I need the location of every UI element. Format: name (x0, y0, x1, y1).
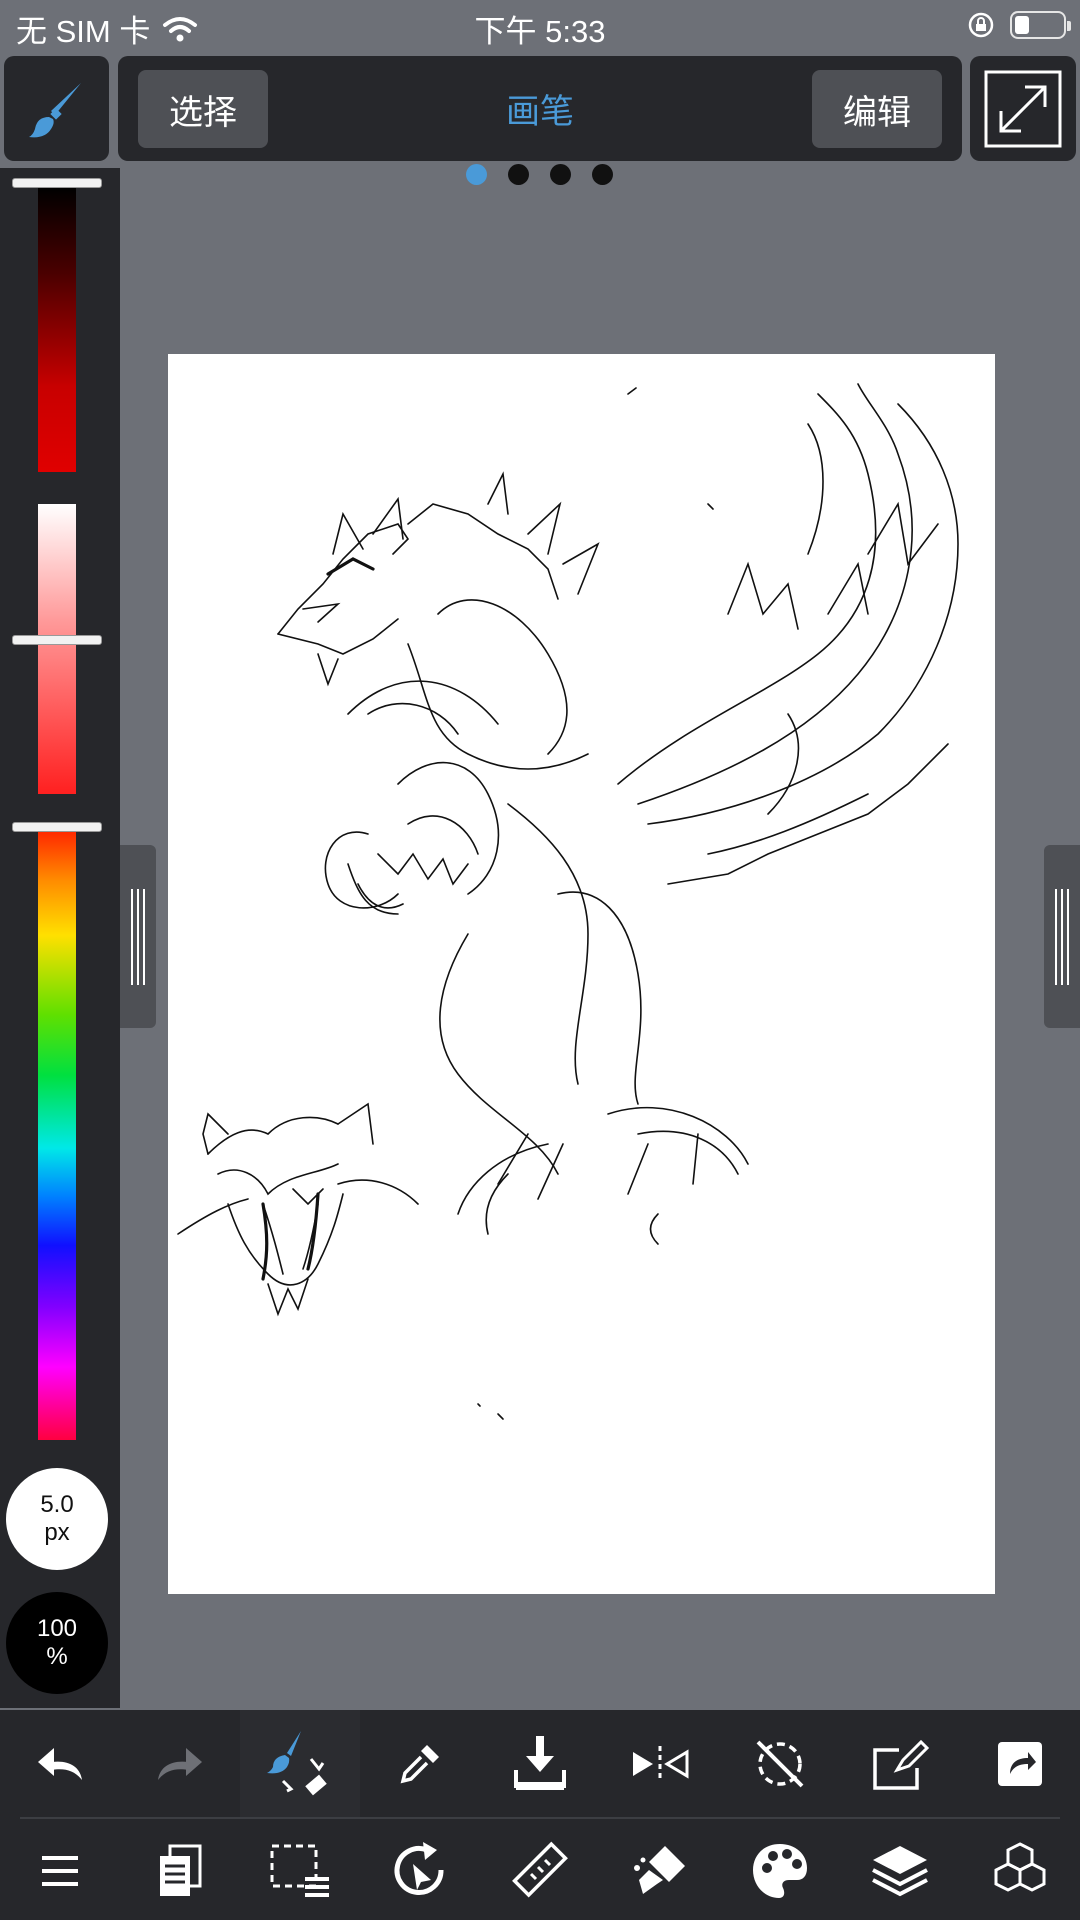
top-toolbar: 画笔 选择 编辑 (0, 52, 1080, 168)
page-dot[interactable] (550, 164, 571, 185)
toolbar-divider (20, 1817, 1060, 1819)
page-indicator[interactable] (466, 164, 613, 185)
layers-button[interactable] (840, 1822, 960, 1920)
rotate-reset-icon (756, 1740, 804, 1788)
redo-icon (158, 1748, 202, 1780)
share-button[interactable] (960, 1710, 1080, 1818)
undo-icon (38, 1748, 82, 1780)
clock: 下午 5:33 (474, 14, 606, 49)
page-dot[interactable] (466, 164, 487, 185)
transform-icon (873, 1739, 930, 1790)
fill-tool-button[interactable] (600, 1822, 720, 1920)
expand-icon (984, 70, 1062, 147)
transform-button[interactable] (840, 1710, 960, 1818)
fullscreen-button[interactable] (970, 56, 1076, 161)
page-dot[interactable] (592, 164, 613, 185)
brightness-slider[interactable] (38, 188, 76, 472)
brush-eraser-swap-button[interactable] (240, 1710, 360, 1818)
bottom-toolbar-row1 (0, 1710, 1080, 1818)
battery-icon (1010, 11, 1071, 39)
page-dot[interactable] (508, 164, 529, 185)
opacity-button[interactable]: 100 % (6, 1592, 108, 1694)
palette-icon (753, 1844, 807, 1898)
bottom-toolbar-row2 (0, 1822, 1080, 1920)
saturation-slider[interactable] (38, 504, 76, 794)
sketch-artwork (177, 383, 959, 1420)
brush-size-value: 5.0 (40, 1491, 74, 1518)
ruler-icon (512, 1841, 568, 1898)
brush-size-button[interactable]: 5.0 px (6, 1468, 108, 1570)
left-drawer-handle[interactable] (120, 845, 156, 1028)
edit-button[interactable]: 编辑 (812, 70, 942, 148)
opacity-unit: % (46, 1643, 68, 1670)
download-icon (514, 1736, 566, 1790)
bottom-toolbar (0, 1710, 1080, 1920)
grip-icon (1055, 888, 1069, 985)
color-panel: 5.0 px 100 % (0, 168, 120, 1708)
share-icon (998, 1742, 1042, 1786)
flip-icon (633, 1746, 689, 1782)
undo-button[interactable] (0, 1710, 120, 1818)
brush-size-unit: px (44, 1519, 70, 1546)
rotate-canvas-button[interactable] (360, 1822, 480, 1920)
layers-icon (872, 1846, 928, 1897)
brush-icon (28, 82, 81, 137)
right-drawer-handle[interactable] (1044, 845, 1080, 1028)
hue-slider-handle[interactable] (12, 822, 102, 832)
rotate-canvas-icon (394, 1842, 444, 1895)
grip-icon (131, 888, 145, 985)
current-tool-button[interactable] (4, 56, 109, 161)
materials-icon (994, 1842, 1046, 1892)
eyedropper-button[interactable] (360, 1710, 480, 1818)
ruler-button[interactable] (480, 1822, 600, 1920)
materials-button[interactable] (960, 1822, 1080, 1920)
selection-button[interactable] (240, 1822, 360, 1920)
select-button[interactable]: 选择 (138, 70, 268, 148)
palette-button[interactable] (720, 1822, 840, 1920)
status-right (966, 10, 1071, 40)
selection-icon (270, 1844, 329, 1897)
saturation-slider-handle[interactable] (12, 635, 102, 645)
menu-button[interactable] (0, 1822, 120, 1920)
opacity-value: 100 (36, 1615, 78, 1642)
rotation-lock-icon (968, 12, 994, 38)
status-bar: 无 SIM 卡 下午 5:33 (0, 0, 1080, 52)
redo-button[interactable] (120, 1710, 240, 1818)
fill-tool-icon (634, 1846, 685, 1894)
hue-slider[interactable] (38, 832, 76, 1440)
pages-icon (160, 1844, 202, 1896)
flip-button[interactable] (600, 1710, 720, 1818)
brush-eraser-swap-icon (267, 1731, 327, 1796)
tool-header: 画笔 选择 编辑 (118, 56, 962, 161)
brightness-slider-handle[interactable] (12, 178, 102, 188)
download-button[interactable] (480, 1710, 600, 1818)
rotate-reset-button[interactable] (720, 1710, 840, 1818)
pages-button[interactable] (120, 1822, 240, 1920)
drawing-canvas[interactable] (168, 354, 995, 1594)
eyedropper-icon (400, 1745, 439, 1784)
menu-icon (42, 1856, 78, 1886)
